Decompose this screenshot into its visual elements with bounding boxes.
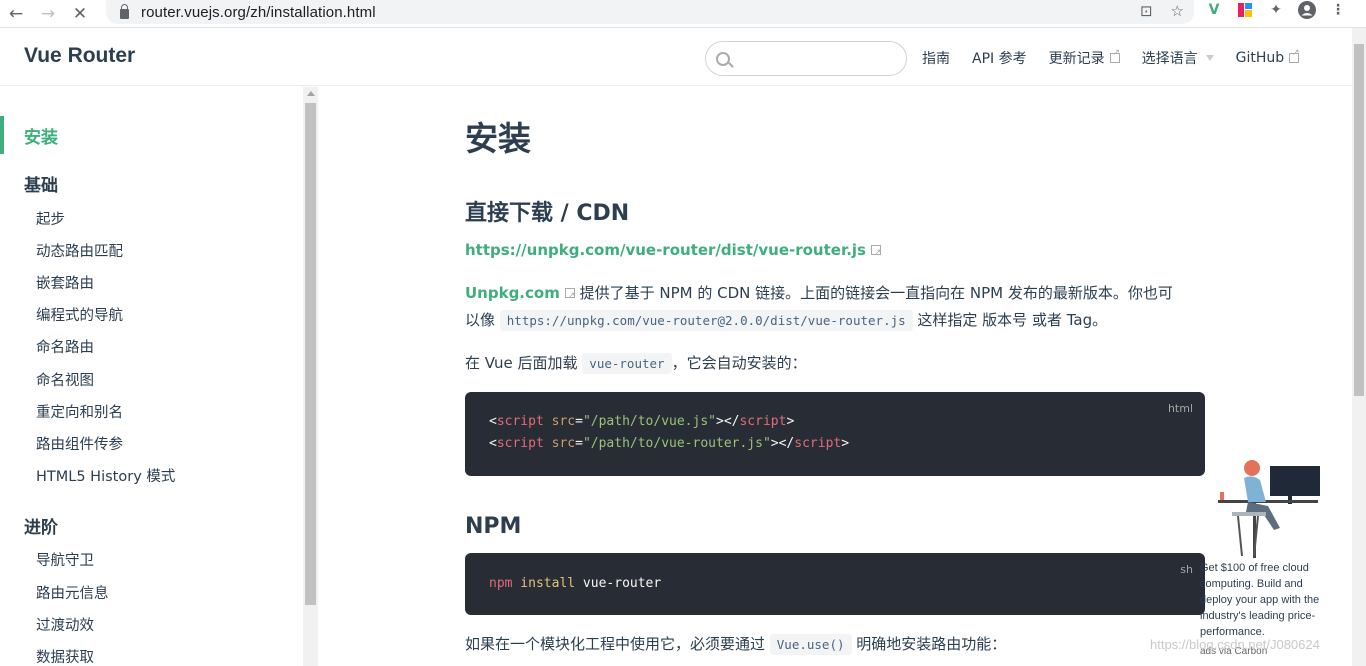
code-line: <script src="/path/to/vue.js"></script>: [489, 414, 795, 429]
color-picker-extension-icon[interactable]: [1236, 1, 1254, 19]
bookmark-star-icon[interactable]: ☆: [1171, 2, 1184, 20]
code-line: <script src="/path/to/vue-router.js"></s…: [489, 436, 850, 451]
profile-avatar-icon[interactable]: [1298, 1, 1316, 19]
page-title: 安装: [465, 119, 531, 158]
language-dropdown[interactable]: 选择语言: [1142, 48, 1214, 68]
sidebar-group-basics[interactable]: 基础: [24, 171, 58, 196]
vue-devtools-icon[interactable]: V: [1205, 1, 1223, 19]
sidebar-item-redirect-alias[interactable]: 重定向和别名: [36, 401, 123, 422]
top-nav: 指南 API 参考 更新记录 选择语言 GitHub: [922, 48, 1321, 68]
external-link-icon: [564, 283, 575, 310]
extensions-puzzle-icon[interactable]: ✦: [1267, 1, 1285, 19]
site-logo[interactable]: Vue Router: [24, 44, 135, 68]
vue-use-code: Vue.use(): [769, 634, 852, 655]
nav-changelog-link[interactable]: 更新记录: [1049, 48, 1121, 68]
sidebar-item-named-views[interactable]: 命名视图: [36, 369, 94, 390]
scroll-up-icon[interactable]: [307, 91, 315, 96]
watermark: https://blog.csdn.net/J080624: [1150, 637, 1320, 652]
external-link-icon: [1109, 48, 1120, 63]
section-heading-cdn: 直接下载 / CDN: [465, 201, 630, 226]
section-heading-npm: NPM: [465, 514, 522, 539]
sidebar-item-nested-routes[interactable]: 嵌套路由: [36, 272, 94, 293]
translate-icon[interactable]: ⊡: [1140, 2, 1153, 20]
sidebar-item-install[interactable]: 安装: [0, 116, 58, 154]
unpkg-link[interactable]: Unpkg.com: [465, 284, 560, 302]
sidebar-item-navigation-guards[interactable]: 导航守卫: [36, 549, 94, 570]
sidebar-item-named-routes[interactable]: 命名路由: [36, 336, 94, 357]
version-url-code: https://unpkg.com/vue-router@2.0.0/dist/…: [499, 310, 913, 331]
sidebar-scrollbar[interactable]: [303, 87, 318, 666]
external-link-icon: [870, 240, 882, 267]
url-text[interactable]: router.vuejs.org/zh/installation.html: [141, 4, 376, 21]
nav-api-link[interactable]: API 参考: [972, 48, 1027, 68]
search-icon: [716, 51, 730, 66]
ad-text[interactable]: Get $100 of free cloud computing. Build …: [1200, 560, 1332, 640]
nav-guide-link[interactable]: 指南: [922, 48, 950, 68]
code-language-label: sh: [1180, 563, 1193, 576]
stop-loading-icon[interactable]: ✕: [64, 0, 96, 28]
sidebar-scrollbar-thumb[interactable]: [305, 103, 316, 605]
sidebar: 安装 基础 起步 动态路由匹配 嵌套路由 编程式的导航 命名路由 命名视图 重定…: [0, 87, 318, 666]
sidebar-item-history-mode[interactable]: HTML5 History 模式: [36, 465, 175, 486]
sidebar-item-dynamic-matching[interactable]: 动态路由匹配: [36, 240, 123, 261]
address-bar[interactable]: router.vuejs.org/zh/installation.html ⊡ …: [106, 0, 1194, 24]
sidebar-group-advanced[interactable]: 进阶: [24, 513, 58, 538]
lock-icon: [120, 3, 129, 19]
code-line: npm install vue-router: [489, 576, 662, 591]
html-code-block: html <script src="/path/to/vue.js"></scr…: [465, 392, 1205, 476]
vue-router-code: vue-router: [582, 353, 672, 374]
sidebar-item-data-fetching[interactable]: 数据获取: [36, 646, 94, 666]
back-icon[interactable]: ←: [0, 0, 32, 28]
load-after-vue-paragraph: 在 Vue 后面加载 vue-router ，它会自动安装的：: [465, 353, 807, 374]
sidebar-item-passing-props[interactable]: 路由组件传参: [36, 433, 123, 454]
external-link-icon: [1289, 48, 1300, 63]
site-header: Vue Router 指南 API 参考 更新记录 选择语言 GitHub: [0, 28, 1352, 86]
cdn-link-paragraph: https://unpkg.com/vue-router/dist/vue-ro…: [465, 237, 1205, 267]
nav-github-link[interactable]: GitHub: [1236, 48, 1300, 68]
cdn-link[interactable]: https://unpkg.com/vue-router/dist/vue-ro…: [465, 241, 866, 259]
code-language-label: html: [1167, 402, 1193, 415]
chevron-down-icon: [1205, 55, 1214, 61]
sidebar-item-route-meta[interactable]: 路由元信息: [36, 582, 109, 603]
vue-use-paragraph: 如果在一个模块化工程中使用它，必须要通过 Vue.use() 明确地安装路由功能…: [465, 634, 1007, 655]
active-indicator: [0, 116, 4, 154]
page-scrollbar[interactable]: [1352, 28, 1366, 666]
ad-illustration[interactable]: [1208, 456, 1328, 560]
sidebar-item-navigation[interactable]: 编程式的导航: [36, 304, 123, 325]
search-input[interactable]: [705, 41, 907, 76]
sh-code-block: sh npm install vue-router: [465, 553, 1205, 615]
browser-menu-icon[interactable]: ⋮: [1329, 1, 1347, 19]
forward-icon[interactable]: →: [32, 0, 64, 28]
page-scrollbar-thumb[interactable]: [1354, 44, 1364, 396]
unpkg-paragraph: Unpkg.com 提供了基于 NPM 的 CDN 链接。上面的链接会一直指向在…: [465, 280, 1205, 334]
browser-toolbar: ← → ✕ router.vuejs.org/zh/installation.h…: [0, 0, 1366, 28]
sidebar-item-getting-started[interactable]: 起步: [36, 208, 65, 229]
sidebar-item-transitions[interactable]: 过渡动效: [36, 614, 94, 635]
